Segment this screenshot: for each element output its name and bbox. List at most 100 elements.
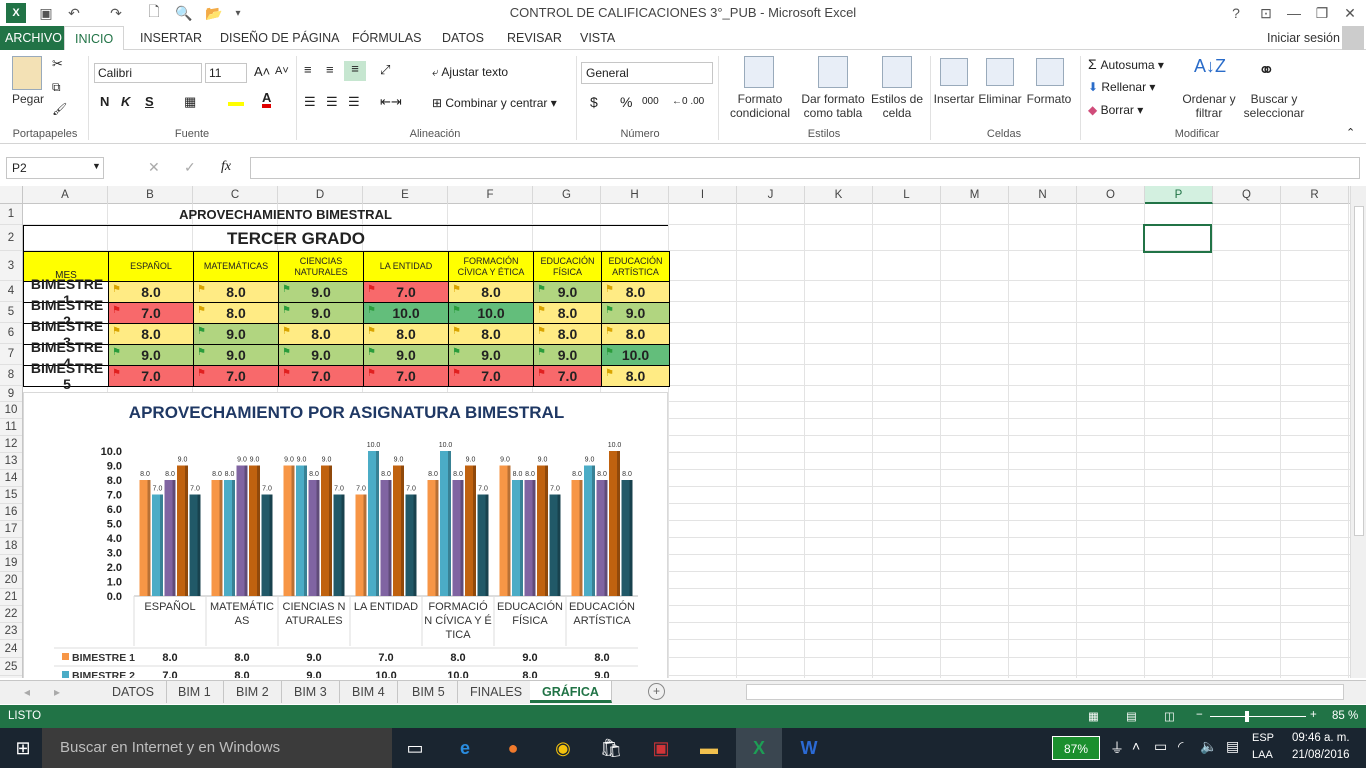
fill-color-icon[interactable]: [228, 92, 244, 106]
battery-icon[interactable]: ▭: [1154, 738, 1167, 755]
column-header-a[interactable]: A: [23, 186, 108, 204]
language-code[interactable]: ESP: [1252, 732, 1274, 744]
sheet-tab-4[interactable]: BIM 4: [340, 681, 398, 703]
delete-button[interactable]: Eliminar: [977, 92, 1023, 106]
row-header-23[interactable]: 23: [0, 623, 22, 640]
namebox-dropdown-icon[interactable]: ▼: [92, 161, 101, 171]
zoom-slider[interactable]: [1210, 716, 1306, 717]
grade-cell[interactable]: ⚑ 10.0: [601, 344, 670, 366]
tab-diseno[interactable]: DISEÑO DE PÁGINA: [210, 26, 349, 50]
grade-cell[interactable]: ⚑ 7.0: [193, 365, 279, 387]
chrome-icon[interactable]: ◉: [540, 728, 586, 768]
percent-button[interactable]: %: [620, 94, 632, 110]
insert-button[interactable]: Insertar: [932, 92, 976, 106]
ribbon-display-icon[interactable]: ⊡: [1256, 3, 1276, 23]
enter-icon[interactable]: ✓: [184, 159, 196, 176]
grade-cell[interactable]: ⚑ 8.0: [601, 365, 670, 387]
underline-button[interactable]: S: [145, 94, 154, 109]
grow-font-icon[interactable]: A˄: [254, 64, 270, 79]
conditional-format-button[interactable]: Formato condicional: [722, 92, 798, 120]
merge-center-button[interactable]: ⊞ Combinar y centrar ▾: [432, 96, 557, 110]
grade-cell[interactable]: ⚑ 8.0: [448, 281, 534, 303]
grade-cell[interactable]: ⚑ 8.0: [533, 302, 602, 324]
grade-cell[interactable]: ⚑ 7.0: [363, 365, 449, 387]
row-header-13[interactable]: 13: [0, 453, 22, 470]
row-header-21[interactable]: 21: [0, 589, 22, 606]
grade-cell[interactable]: ⚑ 9.0: [193, 344, 279, 366]
grade-cell[interactable]: ⚑ 9.0: [278, 302, 364, 324]
grade-cell[interactable]: ⚑ 9.0: [363, 344, 449, 366]
format-button[interactable]: Formato: [1024, 92, 1074, 106]
vertical-scrollbar[interactable]: [1350, 186, 1366, 678]
excel-taskbar-icon[interactable]: X: [736, 728, 782, 768]
tab-vista[interactable]: VISTA: [570, 26, 625, 50]
find-select-button[interactable]: Buscar y seleccionar: [1238, 92, 1310, 120]
clock-date[interactable]: 21/08/2016: [1292, 749, 1350, 761]
grade-cell[interactable]: ⚑ 9.0: [601, 302, 670, 324]
column-header-n[interactable]: N: [1009, 186, 1077, 204]
store-icon[interactable]: 🛍: [588, 728, 634, 768]
row-header-7[interactable]: 7: [0, 344, 22, 365]
fill-button[interactable]: ⬇ Rellenar ▾: [1088, 80, 1155, 94]
font-color-icon[interactable]: A: [262, 91, 272, 108]
column-header-o[interactable]: O: [1077, 186, 1145, 204]
zoom-slider-thumb[interactable]: [1245, 711, 1249, 722]
clear-button[interactable]: ◆ Borrar ▾: [1088, 103, 1143, 117]
paste-icon[interactable]: [12, 56, 42, 90]
insert-cells-icon[interactable]: [940, 58, 968, 86]
binoculars-icon[interactable]: ⚭: [1258, 58, 1275, 83]
grade-cell[interactable]: ⚑ 8.0: [448, 323, 534, 345]
row-header-15[interactable]: 15: [0, 487, 22, 504]
sheet-tab-7[interactable]: GRÁFICA: [530, 681, 612, 703]
grade-cell[interactable]: ⚑ 9.0: [193, 323, 279, 345]
column-header-g[interactable]: G: [533, 186, 601, 204]
grade-cell[interactable]: ⚑ 10.0: [448, 302, 534, 324]
grade-cell[interactable]: ⚑ 7.0: [363, 281, 449, 303]
normal-view-icon[interactable]: ▦: [1088, 709, 1099, 723]
prev-sheet-icon[interactable]: ◂: [24, 685, 30, 699]
grade-cell[interactable]: ⚑ 8.0: [601, 323, 670, 345]
grade-cell[interactable]: ⚑ 9.0: [278, 344, 364, 366]
sheet-tab-1[interactable]: BIM 1: [166, 681, 224, 703]
word-taskbar-icon[interactable]: W: [786, 728, 832, 768]
column-header-p[interactable]: P: [1145, 186, 1213, 204]
column-header-h[interactable]: H: [601, 186, 669, 204]
grade-cell[interactable]: ⚑ 10.0: [363, 302, 449, 324]
battery-indicator[interactable]: 87%: [1052, 736, 1100, 760]
grade-cell[interactable]: ⚑ 9.0: [278, 281, 364, 303]
align-right-icon[interactable]: ☰: [348, 94, 360, 110]
insert-function-button[interactable]: fx: [221, 159, 231, 175]
language-layout[interactable]: LAA: [1252, 749, 1273, 761]
row-header-19[interactable]: 19: [0, 555, 22, 572]
row-header-20[interactable]: 20: [0, 572, 22, 589]
zoom-in-icon[interactable]: +: [1310, 709, 1317, 721]
zoom-level[interactable]: 85 %: [1332, 710, 1358, 722]
row-header-14[interactable]: 14: [0, 470, 22, 487]
sheet-tab-0[interactable]: DATOS: [100, 681, 167, 703]
grade-cell[interactable]: ⚑ 7.0: [108, 302, 194, 324]
align-bottom-icon[interactable]: ≡: [344, 61, 366, 81]
select-all-corner[interactable]: [0, 186, 23, 204]
bold-button[interactable]: N: [100, 94, 109, 109]
column-header-k[interactable]: K: [805, 186, 873, 204]
formula-input[interactable]: [250, 157, 1360, 179]
volume-icon[interactable]: 🔈: [1200, 738, 1217, 755]
grade-cell[interactable]: ⚑ 8.0: [601, 281, 670, 303]
tab-archivo[interactable]: ARCHIVO: [0, 26, 67, 50]
grade-cell[interactable]: ⚑ 8.0: [278, 323, 364, 345]
signin-link[interactable]: Iniciar sesión: [1257, 26, 1350, 50]
font-name-select[interactable]: Calibri: [94, 63, 202, 83]
currency-button[interactable]: $: [590, 94, 598, 110]
row-header-2[interactable]: 2: [0, 225, 22, 251]
tab-revisar[interactable]: REVISAR: [497, 26, 572, 50]
row-header-5[interactable]: 5: [0, 302, 22, 323]
column-header-r[interactable]: R: [1281, 186, 1349, 204]
sort-filter-button[interactable]: Ordenar y filtrar: [1178, 92, 1240, 120]
selected-cell-p2[interactable]: [1143, 224, 1212, 253]
row-header-25[interactable]: 25: [0, 658, 22, 676]
grade-cell[interactable]: ⚑ 9.0: [533, 281, 602, 303]
page-layout-icon[interactable]: ▤: [1126, 709, 1137, 723]
indent-icon[interactable]: ⇤⇥: [380, 94, 402, 110]
sort-filter-icon[interactable]: A↓Z: [1194, 56, 1226, 77]
restore-icon[interactable]: ❐: [1312, 3, 1332, 23]
